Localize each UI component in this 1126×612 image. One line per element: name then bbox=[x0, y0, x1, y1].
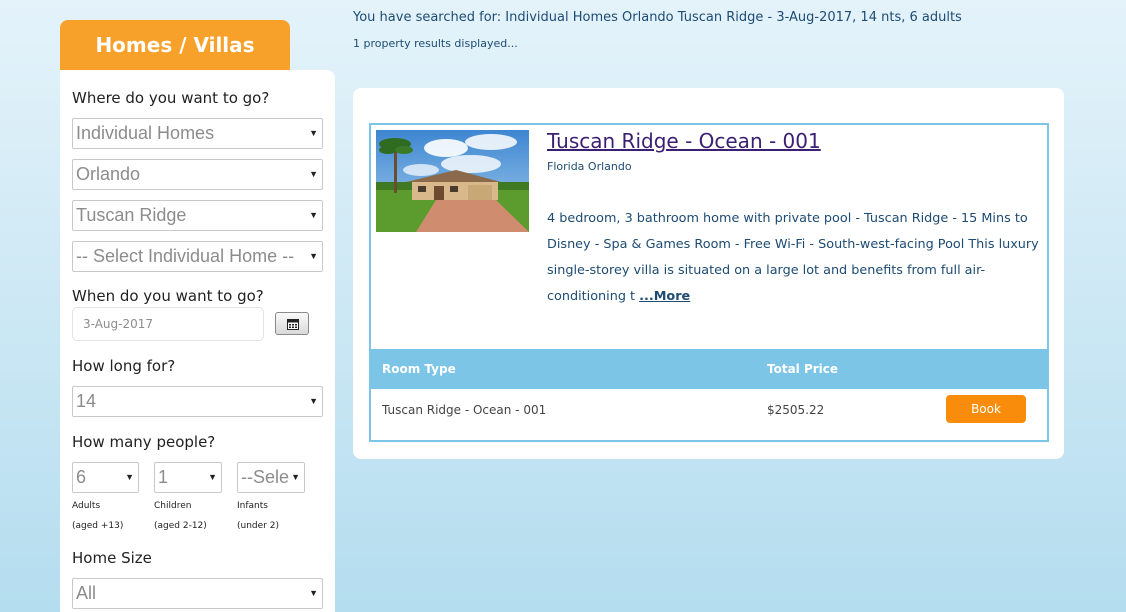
when-label: When do you want to go? bbox=[72, 287, 264, 305]
date-input[interactable]: 3-Aug-2017 bbox=[72, 307, 264, 341]
property-description: 4 bedroom, 3 bathroom home with private … bbox=[547, 206, 1042, 310]
property-description-text: 4 bedroom, 3 bathroom home with private … bbox=[547, 211, 1039, 304]
children-label: Children bbox=[154, 501, 192, 511]
home-size-select-value: All bbox=[76, 583, 97, 603]
calendar-icon bbox=[287, 319, 299, 330]
triangle-down-icon: ▼ bbox=[309, 588, 318, 598]
category-select[interactable]: Individual Homes ▼ bbox=[72, 118, 323, 149]
triangle-down-icon: ▼ bbox=[208, 472, 217, 482]
triangle-down-icon: ▼ bbox=[291, 472, 300, 482]
calendar-button[interactable] bbox=[275, 312, 309, 335]
triangle-down-icon: ▼ bbox=[309, 251, 318, 261]
results-count: 1 property results displayed... bbox=[353, 37, 518, 50]
infants-select[interactable]: --Sele ▼ bbox=[237, 462, 305, 493]
triangle-down-icon: ▼ bbox=[309, 210, 318, 220]
room-type-cell: Tuscan Ridge - Ocean - 001 bbox=[382, 403, 547, 417]
more-link[interactable]: ...More bbox=[639, 289, 690, 304]
infants-note: (under 2) bbox=[237, 521, 279, 531]
home-select[interactable]: -- Select Individual Home -- ▼ bbox=[72, 241, 323, 272]
children-caption: Children (aged 2-12) bbox=[154, 496, 207, 536]
duration-select-value: 14 bbox=[76, 391, 97, 411]
duration-label: How long for? bbox=[72, 357, 176, 375]
resort-select[interactable]: Tuscan Ridge ▼ bbox=[72, 200, 323, 231]
where-label: Where do you want to go? bbox=[72, 89, 270, 107]
children-note: (aged 2-12) bbox=[154, 521, 207, 531]
table-row: Tuscan Ridge - Ocean - 001 $2505.22 Book bbox=[371, 389, 1047, 433]
infants-caption: Infants (under 2) bbox=[237, 496, 279, 536]
property-card: Tuscan Ridge - Ocean - 001 Florida Orlan… bbox=[369, 123, 1049, 442]
book-button[interactable]: Book bbox=[946, 395, 1026, 423]
triangle-down-icon: ▼ bbox=[309, 128, 318, 138]
adults-select-value: 6 bbox=[76, 467, 87, 487]
home-size-select[interactable]: All ▼ bbox=[72, 578, 323, 609]
home-select-value: -- Select Individual Home -- bbox=[76, 246, 295, 266]
room-type-header: Room Type bbox=[382, 362, 456, 376]
city-select[interactable]: Orlando ▼ bbox=[72, 159, 323, 190]
property-title-link[interactable]: Tuscan Ridge - Ocean - 001 bbox=[547, 129, 821, 153]
children-select[interactable]: 1 ▼ bbox=[154, 462, 222, 493]
home-size-label: Home Size bbox=[72, 549, 152, 567]
infants-select-value: --Sele bbox=[241, 467, 290, 487]
results-panel: Tuscan Ridge - Ocean - 001 Florida Orlan… bbox=[353, 88, 1064, 459]
city-select-value: Orlando bbox=[76, 164, 141, 184]
adults-note: (aged +13) bbox=[72, 521, 124, 531]
search-sidebar: Where do you want to go? Individual Home… bbox=[60, 70, 335, 612]
rooms-table-header: Room Type Total Price bbox=[371, 349, 1047, 389]
children-select-value: 1 bbox=[158, 467, 169, 487]
price-cell: $2505.22 bbox=[767, 403, 825, 417]
homes-villas-tab[interactable]: Homes / Villas bbox=[60, 20, 290, 70]
search-summary: You have searched for: Individual Homes … bbox=[353, 10, 962, 25]
property-location: Florida Orlando bbox=[547, 160, 632, 173]
triangle-down-icon: ▼ bbox=[125, 472, 134, 482]
adults-caption: Adults (aged +13) bbox=[72, 496, 123, 536]
adults-select[interactable]: 6 ▼ bbox=[72, 462, 139, 493]
total-price-header: Total Price bbox=[767, 362, 839, 376]
people-label: How many people? bbox=[72, 433, 216, 451]
property-photo[interactable] bbox=[376, 130, 529, 232]
resort-select-value: Tuscan Ridge bbox=[76, 205, 187, 225]
triangle-down-icon: ▼ bbox=[309, 169, 318, 179]
category-select-value: Individual Homes bbox=[76, 123, 215, 143]
infants-label: Infants bbox=[237, 501, 268, 511]
adults-label: Adults bbox=[72, 501, 101, 511]
triangle-down-icon: ▼ bbox=[309, 396, 318, 406]
duration-select[interactable]: 14 ▼ bbox=[72, 386, 323, 417]
